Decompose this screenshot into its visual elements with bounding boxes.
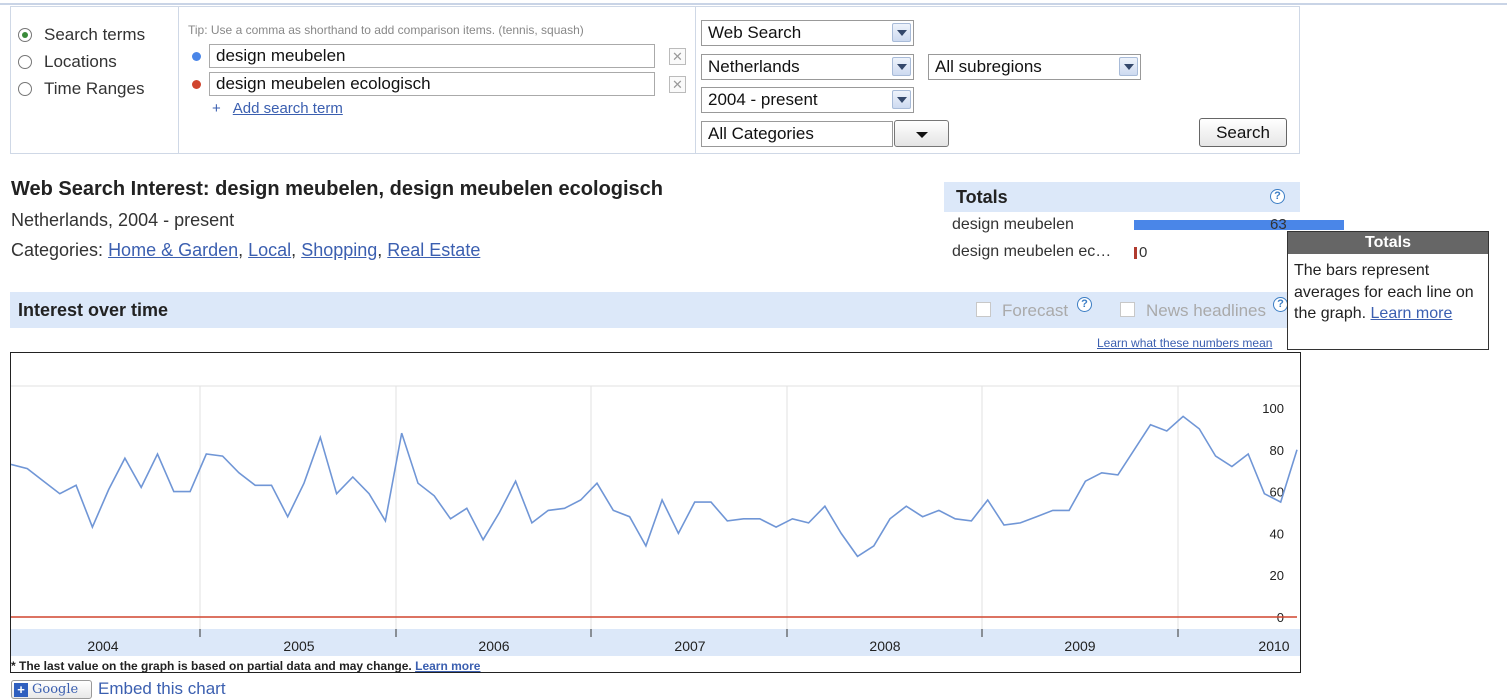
close-icon[interactable]: ✕ bbox=[669, 76, 686, 93]
subregion-select[interactable]: All subregions bbox=[928, 54, 1141, 80]
interest-over-time-title: Interest over time bbox=[18, 300, 169, 320]
radio-label: Time Ranges bbox=[44, 79, 145, 98]
page-subtitle: Netherlands, 2004 - present bbox=[11, 210, 235, 230]
y-tick-label: 80 bbox=[1270, 443, 1284, 458]
radio-label: Search terms bbox=[44, 25, 146, 44]
totals-bar-1 bbox=[1134, 220, 1344, 230]
country-select[interactable]: Netherlands bbox=[701, 54, 914, 80]
time-range-select[interactable]: 2004 - present bbox=[701, 87, 914, 113]
chart-series bbox=[11, 415, 1298, 618]
help-icon[interactable]: ? bbox=[1077, 297, 1092, 312]
add-search-term-link[interactable]: + Add search term bbox=[212, 100, 343, 117]
search-button[interactable]: Search bbox=[1199, 118, 1287, 147]
categories-line: Categories: Home & Garden, Local, Shoppi… bbox=[11, 240, 481, 260]
partial-data-learn-more-link[interactable]: Learn more bbox=[415, 659, 480, 673]
panel-divider bbox=[178, 6, 179, 154]
x-tick-label: 2004 bbox=[87, 638, 118, 654]
radio-empty-icon bbox=[18, 55, 32, 69]
google-logo-text: Google bbox=[32, 682, 79, 697]
chevron-down-icon bbox=[892, 90, 911, 109]
category-dropdown-button[interactable] bbox=[894, 120, 949, 147]
news-headlines-checkbox[interactable] bbox=[1120, 302, 1135, 317]
y-tick-label: 20 bbox=[1270, 568, 1284, 583]
interest-line-chart: 2004 2005 2006 2007 2008 2009 2010 10080604020… bbox=[11, 385, 1300, 656]
search-term-input-2[interactable]: design meubelen ecologisch bbox=[209, 72, 655, 96]
totals-value-1: 63 bbox=[1270, 216, 1287, 233]
x-tick-label: 2005 bbox=[283, 638, 314, 654]
forecast-checkbox[interactable] bbox=[976, 302, 991, 317]
forecast-label: Forecast bbox=[1002, 301, 1069, 320]
category-link-home-garden[interactable]: Home & Garden bbox=[108, 240, 238, 260]
x-tick-label: 2008 bbox=[869, 638, 900, 654]
category-link-real-estate[interactable]: Real Estate bbox=[387, 240, 480, 260]
plus-icon: + bbox=[14, 682, 28, 697]
interest-over-time-header bbox=[10, 292, 1292, 328]
radio-empty-icon bbox=[18, 82, 32, 96]
radio-search-terms[interactable]: Search terms bbox=[18, 23, 145, 47]
totals-value-2: 0 bbox=[1139, 244, 1148, 261]
tooltip-learn-more-link[interactable]: Learn more bbox=[1371, 305, 1453, 322]
help-icon[interactable]: ? bbox=[1273, 297, 1288, 312]
add-to-google-button[interactable]: + Google bbox=[11, 680, 92, 699]
chevron-down-icon bbox=[892, 57, 911, 76]
chevron-down-icon bbox=[892, 23, 911, 42]
totals-title: Totals bbox=[956, 187, 1008, 207]
chart-grid bbox=[11, 385, 1300, 629]
property-select-value: Web Search bbox=[708, 23, 802, 42]
categories-prefix: Categories: bbox=[11, 240, 109, 260]
x-tick-label: 2006 bbox=[478, 638, 509, 654]
country-select-value: Netherlands bbox=[708, 57, 800, 76]
tooltip-title: Totals bbox=[1288, 232, 1488, 254]
plus-icon: + bbox=[212, 100, 221, 117]
series-color-dot-blue bbox=[192, 52, 201, 61]
property-select[interactable]: Web Search bbox=[701, 20, 914, 46]
radio-selected-icon bbox=[18, 28, 32, 42]
partial-data-note: * The last value on the graph is based o… bbox=[11, 659, 480, 673]
y-tick-label: 100 bbox=[1262, 401, 1284, 416]
x-tick-label: 2007 bbox=[674, 638, 705, 654]
radio-locations[interactable]: Locations bbox=[18, 50, 117, 74]
news-headlines-label: News headlines bbox=[1146, 301, 1267, 320]
panel-divider bbox=[695, 6, 696, 154]
radio-time-ranges[interactable]: Time Ranges bbox=[18, 77, 144, 101]
category-link-local[interactable]: Local bbox=[248, 240, 291, 260]
category-select-value: All Categories bbox=[708, 124, 814, 143]
x-tick-label: 2010 bbox=[1258, 638, 1289, 654]
add-search-term-label: Add search term bbox=[232, 100, 343, 117]
time-range-select-value: 2004 - present bbox=[708, 90, 818, 109]
partial-data-text: * The last value on the graph is based o… bbox=[11, 659, 412, 673]
close-icon[interactable]: ✕ bbox=[669, 48, 686, 65]
totals-label-1: design meubelen bbox=[952, 216, 1074, 233]
totals-bar-2 bbox=[1134, 247, 1137, 259]
series-line-design-meubelen bbox=[11, 415, 1298, 558]
x-axis-band bbox=[11, 629, 1300, 656]
totals-label-2: design meubelen ec… bbox=[952, 243, 1112, 260]
help-icon[interactable]: ? bbox=[1270, 189, 1285, 204]
chevron-down-icon bbox=[1119, 57, 1138, 76]
category-link-shopping[interactable]: Shopping bbox=[301, 240, 377, 260]
y-tick-label: 40 bbox=[1270, 526, 1284, 541]
series-color-dot-red bbox=[192, 80, 201, 89]
radio-label: Locations bbox=[44, 52, 117, 71]
comparison-tip: Tip: Use a comma as shorthand to add com… bbox=[188, 23, 584, 37]
top-divider bbox=[0, 3, 1507, 5]
y-axis: 100806040200 bbox=[1262, 401, 1284, 625]
totals-tooltip: Totals The bars represent averages for e… bbox=[1287, 231, 1489, 350]
search-term-input-1[interactable]: design meubelen bbox=[209, 44, 655, 68]
page-title: Web Search Interest: design meubelen, de… bbox=[11, 178, 664, 200]
subregion-select-value: All subregions bbox=[935, 57, 1042, 76]
embed-chart-link[interactable]: Embed this chart bbox=[98, 679, 226, 699]
x-tick-label: 2009 bbox=[1064, 638, 1095, 654]
category-select[interactable]: All Categories bbox=[701, 121, 893, 147]
learn-numbers-link[interactable]: Learn what these numbers mean bbox=[1097, 336, 1285, 350]
tooltip-body: The bars represent averages for each lin… bbox=[1294, 260, 1484, 325]
